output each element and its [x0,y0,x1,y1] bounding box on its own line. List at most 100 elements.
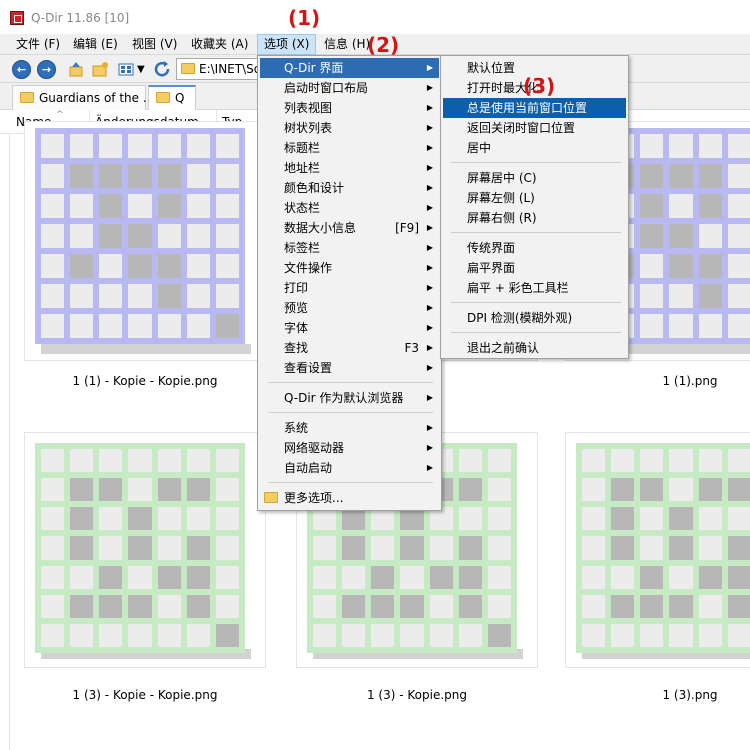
options-menu-item[interactable]: 树状列表 ▶ [260,118,439,138]
submenu-item[interactable]: 传统界面 [443,238,626,258]
options-menu-item[interactable]: 字体 ▶ [260,318,439,338]
menu-favorites[interactable]: 收藏夹 (A) [185,34,254,55]
thumbnail-cell [640,194,664,218]
up-folder-icon[interactable] [67,60,86,79]
view-mode-icon[interactable] [117,60,136,79]
options-menu-item[interactable]: 标题栏 ▶ [260,138,439,158]
options-menu-item[interactable]: 自动启动 ▶ [260,458,439,478]
file-thumbnail[interactable] [25,433,265,667]
options-menu-item[interactable]: 文件操作 ▶ [260,258,439,278]
thumbnail-cell [669,134,693,158]
submenu-item[interactable]: 扁平界面 [443,258,626,278]
options-menu-item[interactable]: 状态栏 ▶ [260,198,439,218]
submenu-item[interactable]: 扁平 + 彩色工具栏 [443,278,626,298]
menu-separator [451,162,621,163]
thumbnail-cell [582,507,606,531]
menu-item-label: 网络驱动器 [284,441,345,455]
tab-q[interactable]: Q [148,85,196,110]
file-name[interactable]: 1 (3) - Kopie - Kopie.png [25,688,265,702]
back-button[interactable]: ← [12,60,31,79]
options-menu-item[interactable]: 更多选项... [260,488,439,508]
file-name[interactable]: 1 (1) - Kopie - Kopie.png [25,374,265,388]
thumbnail-cell [215,623,239,647]
options-menu-item[interactable]: 地址栏 ▶ [260,158,439,178]
options-menu-item[interactable]: 打印 ▶ [260,278,439,298]
submenu-item[interactable]: 总是使用当前窗口位置 [443,98,626,118]
thumbnail-cell [215,284,239,308]
menu-options[interactable]: 选项 (X) [257,34,317,55]
menu-item-label: 数据大小信息 [284,221,357,235]
thumbnail-cell [186,134,210,158]
options-menu-item[interactable]: 数据大小信息 [F9] ▶ [260,218,439,238]
file-name[interactable]: 1 (1).png [570,374,750,388]
thumbnail-cell [157,134,181,158]
menu-item-label: 扁平 + 彩色工具栏 [467,281,569,295]
file-thumbnail[interactable] [25,122,265,360]
thumbnail-cell [611,594,635,618]
options-menu-item[interactable]: 网络驱动器 ▶ [260,438,439,458]
submenu-item[interactable]: 退出之前确认 [443,338,626,358]
thumbnail-cell [669,254,693,278]
new-folder-icon[interactable] [91,60,110,79]
options-menu-item[interactable]: 查找 F3 ▶ [260,338,439,358]
submenu-arrow-icon: ▶ [426,363,433,372]
thumbnail-cell [727,623,750,647]
file-name[interactable]: 1 (3).png [570,688,750,702]
menu-item-label: Q-Dir 界面 [284,61,344,75]
submenu-item[interactable]: 屏幕右侧 (R) [443,208,626,228]
menu-item-label: 系统 [284,421,309,435]
annotation-3: (3) [523,74,556,98]
submenu-item[interactable]: 屏幕左侧 (L) [443,188,626,208]
options-menu-item[interactable]: 启动时窗口布局 ▶ [260,78,439,98]
thumbnail-cell [186,449,210,473]
options-menu-item[interactable]: 系统 ▶ [260,418,439,438]
thumbnail-cell [640,134,664,158]
file-name[interactable]: 1 (3) - Kopie.png [297,688,537,702]
thumbnail-cell [128,623,152,647]
options-menu-item[interactable]: Q-Dir 界面 ▶ [260,58,439,78]
refresh-icon[interactable] [153,60,172,79]
submenu-item[interactable]: 居中 [443,138,626,158]
thumbnail-cell [429,536,453,560]
submenu-item[interactable]: DPI 检测(模糊外观) [443,308,626,328]
options-menu-item[interactable]: 查看设置 ▶ [260,358,439,378]
thumbnail-cell [669,284,693,308]
thumbnail-cell [669,623,693,647]
thumbnail-cell [99,623,123,647]
thumbnail-cell [727,536,750,560]
thumbnail-cell [458,536,482,560]
menu-item-label: 标签栏 [284,241,321,255]
qdir-window: Q-Dir 11.86 [10] 文件 (F) 编辑 (E) 视图 (V) 收藏… [0,0,750,750]
thumbnail-cell [157,623,181,647]
submenu-item[interactable]: 屏幕居中 (C) [443,168,626,188]
thumbnail-cell [128,536,152,560]
menu-item-label: DPI 检测(模糊外观) [467,311,573,325]
options-menu-item[interactable]: Q-Dir 作为默认浏览器 ▶ [260,388,439,408]
menu-view[interactable]: 视图 (V) [126,34,183,55]
thumbnail-cell [41,194,65,218]
thumbnail-cell [640,507,664,531]
thumbnail-cell [371,623,395,647]
options-menu-item[interactable]: 标签栏 ▶ [260,238,439,258]
thumbnail-cell [99,134,123,158]
submenu-item[interactable]: 返回关闭时窗口位置 [443,118,626,138]
options-menu-item[interactable]: 颜色和设计 ▶ [260,178,439,198]
menu-file[interactable]: 文件 (F) [10,34,66,55]
forward-button[interactable]: → [37,60,56,79]
address-bar[interactable]: E:\INET\So [176,58,266,80]
file-thumbnail[interactable] [566,433,750,667]
options-menu-item[interactable]: 列表视图 ▶ [260,98,439,118]
thumbnail-cell [41,594,65,618]
thumbnail-cell [611,449,635,473]
options-menu-item[interactable]: 预览 ▶ [260,298,439,318]
thumbnail-cell [70,134,94,158]
thumbnail-cell [342,594,366,618]
menu-edit[interactable]: 编辑 (E) [67,34,124,55]
thumbnail-cell [215,478,239,502]
menu-item-label: 屏幕左侧 (L) [467,191,535,205]
folder-icon [20,92,34,103]
tab-guardians[interactable]: Guardians of the ... [12,85,154,110]
thumbnail-cell [70,284,94,308]
thumbnail-cell [186,224,210,248]
menu-item-label: 查找 [284,341,309,355]
